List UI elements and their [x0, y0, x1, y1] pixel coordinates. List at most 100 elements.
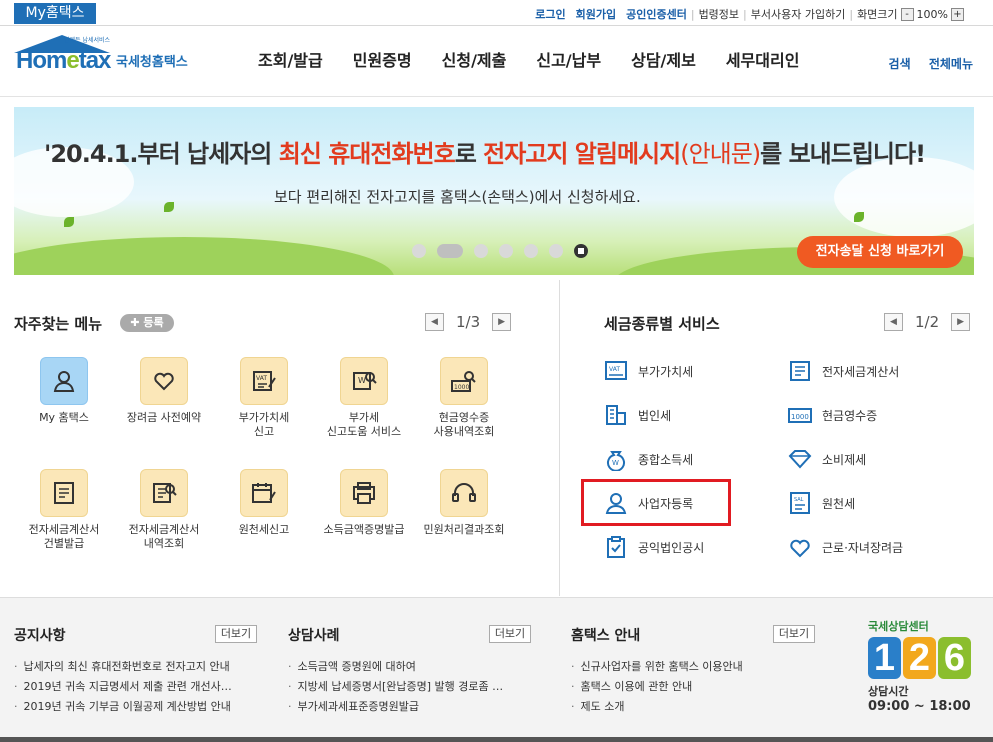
- dept-user-signup-link[interactable]: 부서사용자 가입하기: [751, 6, 846, 22]
- fav-label: 현금영수증: [438, 411, 490, 424]
- slide-stop-button[interactable]: [574, 244, 588, 258]
- favorites-register-button[interactable]: ✚ 등록: [120, 314, 174, 332]
- nav-civil-cert[interactable]: 민원증명: [353, 47, 412, 71]
- nav-consult-report[interactable]: 상담/제보: [631, 47, 696, 71]
- all-menu-link[interactable]: 전체메뉴: [929, 57, 973, 71]
- tax-services-page-number: 1/2: [915, 313, 940, 331]
- fav-e-tax-invoice-history[interactable]: 전자세금계산서 내역조회: [116, 469, 212, 551]
- list-item[interactable]: 2019년 귀속 지급명세서 제출 관련 개선사…: [14, 677, 259, 697]
- list-item[interactable]: 지방세 납세증명서[완납증명] 발행 경로좀 …: [288, 677, 533, 697]
- law-info-link[interactable]: 법령정보: [699, 6, 739, 22]
- slide-dot[interactable]: [499, 244, 513, 258]
- notice-list: 납세자의 최신 휴대전화번호로 전자고지 안내 2019년 귀속 지급명세서 제…: [14, 657, 259, 717]
- search-link[interactable]: 검색: [889, 57, 911, 71]
- list-item[interactable]: 제도 소개: [571, 697, 816, 717]
- tax-label: 원천세: [822, 496, 856, 511]
- tax-label: 근로·자녀장려금: [822, 540, 904, 555]
- list-item[interactable]: 홈택스 이용에 관한 안내: [571, 677, 816, 697]
- fav-vat-help-service[interactable]: W 부가세 신고도움 서비스: [316, 357, 412, 439]
- main-banner[interactable]: '20.4.1.부터 납세자의 최신 휴대전화번호로 전자고지 알림메시지(안내…: [14, 107, 974, 275]
- salary-document-icon: SAL: [790, 492, 810, 514]
- tax-label: 공익법인공시: [638, 540, 705, 555]
- list-item[interactable]: 소득금액 증명원에 대하여: [288, 657, 533, 677]
- list-item[interactable]: 납세자의 최신 휴대전화번호로 전자고지 안내: [14, 657, 259, 677]
- tax-corporate[interactable]: 법인세: [604, 403, 671, 427]
- tax-income[interactable]: W 종합소득세: [604, 447, 693, 471]
- nav-apply-submit[interactable]: 신청/제출: [442, 47, 507, 71]
- fav-label: My 홈택스: [39, 411, 89, 424]
- fav-label-2: 신고: [253, 425, 275, 438]
- guide-more-button[interactable]: 더보기: [773, 625, 815, 643]
- signup-link[interactable]: 회원가입: [576, 6, 616, 22]
- svg-text:W: W: [612, 459, 619, 467]
- fav-withholding-report[interactable]: 원천세신고: [216, 469, 312, 537]
- tax-e-tax-invoice[interactable]: 전자세금계산서: [788, 359, 899, 383]
- heart-hands-icon: [790, 539, 810, 558]
- svg-text:SAL: SAL: [794, 497, 804, 503]
- main-nav: 조회/발급 민원증명 신청/제출 신고/납부 상담/제보 세무대리인: [258, 47, 829, 71]
- banner-title: '20.4.1.부터 납세자의 최신 휴대전화번호로 전자고지 알림메시지(안내…: [44, 140, 926, 168]
- util-nav: 검색 전체메뉴: [875, 55, 973, 72]
- fav-label: 부가가치세: [238, 411, 290, 424]
- favorites-prev-button[interactable]: ◀: [425, 313, 444, 331]
- tax-earned-child-incentive[interactable]: 근로·자녀장려금: [788, 535, 903, 559]
- invoice-icon: [790, 361, 810, 381]
- tax-services-pager: ◀ 1/2 ▶: [884, 313, 971, 331]
- receipt-icon: 1000: [788, 408, 812, 423]
- fav-cash-receipt-history[interactable]: 1000 현금영수증 사용내역조회: [416, 357, 512, 439]
- nav-tax-agent[interactable]: 세무대리인: [726, 47, 800, 71]
- tax-withholding[interactable]: SAL 원천세: [788, 491, 855, 515]
- e-delivery-apply-button[interactable]: 전자송달 신청 바로가기: [797, 236, 963, 268]
- fav-vat-report[interactable]: VAT 부가가치세 신고: [216, 357, 312, 439]
- fav-my-hometax[interactable]: My 홈택스: [16, 357, 112, 425]
- call-digit: 1: [868, 637, 901, 679]
- screen-size-label: 화면크기: [857, 8, 898, 21]
- separator: |: [690, 7, 695, 21]
- fav-income-cert-issue[interactable]: 소득금액증명발급: [316, 469, 412, 537]
- nav-report-pay[interactable]: 신고/납부: [536, 47, 601, 71]
- favorites-next-button[interactable]: ▶: [492, 313, 512, 331]
- hometax-logo[interactable]: 언제든 납세서비스 Hometax 국세청홈택스: [14, 33, 199, 79]
- notice-more-button[interactable]: 더보기: [215, 625, 257, 643]
- fav-civil-result-inquiry[interactable]: 민원처리결과조회: [416, 469, 512, 537]
- banner-subtitle: 보다 편리해진 전자고지를 홈택스(손택스)에서 신청하세요.: [274, 188, 641, 206]
- tax-cash-receipt[interactable]: 1000 현금영수증: [788, 403, 877, 427]
- favorites-pager: ◀ 1/3 ▶: [425, 313, 512, 331]
- clipboard-icon: [607, 536, 625, 558]
- svg-text:1000: 1000: [454, 384, 469, 391]
- list-item[interactable]: 2019년 귀속 기부금 이월공제 계산방법 안내: [14, 697, 259, 717]
- login-link[interactable]: 로그인: [535, 6, 565, 22]
- hours-value: 09:00 ~ 18:00: [868, 699, 971, 714]
- svg-text:VAT: VAT: [256, 375, 267, 382]
- fav-e-tax-invoice-issue[interactable]: 전자세금계산서 건별발급: [16, 469, 112, 551]
- cert-center-link[interactable]: 공인인증센터: [626, 6, 687, 22]
- diamond-icon: [788, 450, 812, 469]
- slide-dot[interactable]: [524, 244, 538, 258]
- slide-dot-active[interactable]: [437, 244, 463, 258]
- nav-inquiry-issue[interactable]: 조회/발급: [258, 47, 323, 71]
- headset-icon: [440, 469, 488, 517]
- slide-dot[interactable]: [549, 244, 563, 258]
- zoom-out-button[interactable]: -: [900, 7, 914, 21]
- tax-public-interest-disclosure[interactable]: 공익법인공시: [604, 535, 704, 559]
- list-item[interactable]: 신규사업자를 위한 홈택스 이용안내: [571, 657, 816, 677]
- cloud-decoration: [834, 157, 974, 237]
- tax-excise[interactable]: 소비제세: [788, 447, 866, 471]
- fav-label-2: 사용내역조회: [433, 425, 495, 438]
- fav-incentive-reserve[interactable]: 장려금 사전예약: [116, 357, 212, 425]
- tax-services-title: 세금종류별 서비스: [604, 315, 720, 333]
- my-hometax-tab[interactable]: My홈택스: [14, 3, 96, 24]
- slide-dot[interactable]: [412, 244, 426, 258]
- call-digit: 2: [903, 637, 936, 679]
- tax-services-prev-button[interactable]: ◀: [884, 313, 903, 331]
- list-item[interactable]: 부가세과세표준증명원발급: [288, 697, 533, 717]
- header: 언제든 납세서비스 Hometax 국세청홈택스 조회/발급 민원증명 신청/제…: [0, 27, 993, 97]
- call-center[interactable]: 국세상담센터 1 2 6 상담시간 09:00 ~ 18:00: [868, 618, 978, 728]
- calendar-pen-icon: [240, 469, 288, 517]
- zoom-in-button[interactable]: +: [951, 7, 964, 21]
- slide-dot[interactable]: [474, 244, 488, 258]
- invoice-search-icon: [140, 469, 188, 517]
- consult-more-button[interactable]: 더보기: [489, 625, 531, 643]
- tax-services-next-button[interactable]: ▶: [951, 313, 971, 331]
- tax-vat[interactable]: VAT 부가가치세: [604, 359, 693, 383]
